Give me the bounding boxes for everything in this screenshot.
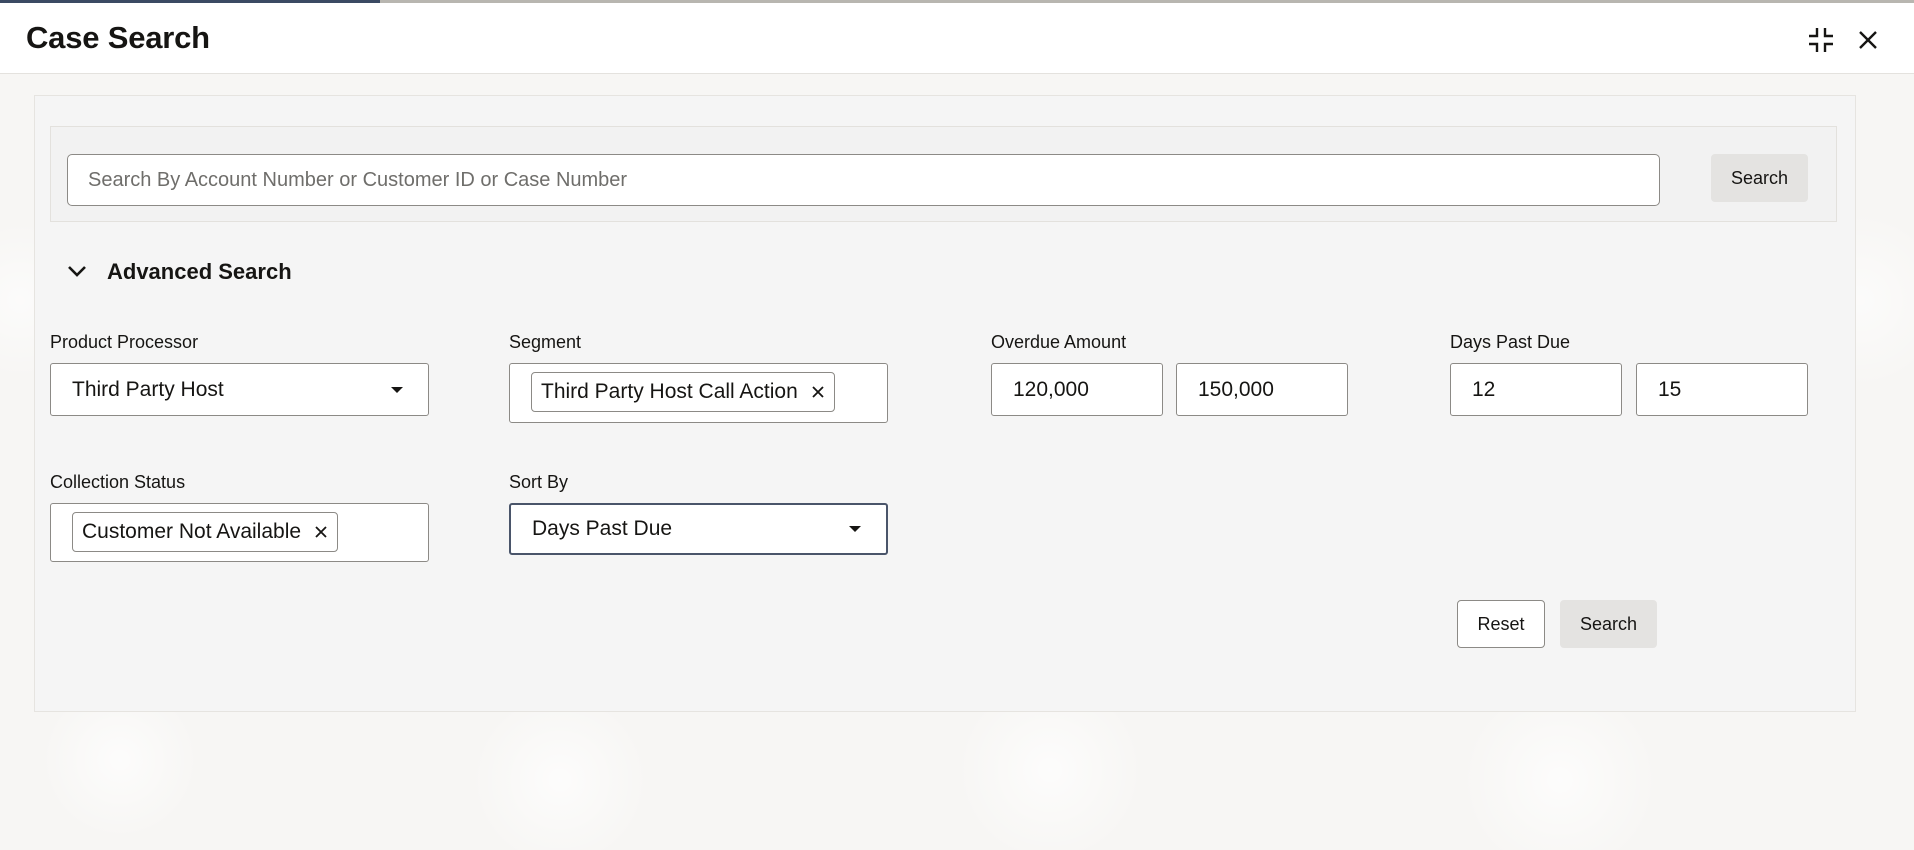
dialog-header: Case Search: [0, 3, 1914, 74]
caret-down-icon: [391, 387, 403, 393]
segment-select[interactable]: Third Party Host Call Action: [509, 363, 888, 423]
segment-chip: Third Party Host Call Action: [531, 372, 835, 412]
product-processor-value: Third Party Host: [72, 378, 224, 401]
caret-down-icon: [849, 526, 861, 532]
overdue-amount-to-input[interactable]: [1176, 363, 1348, 416]
remove-chip-icon[interactable]: [810, 384, 826, 400]
quick-search-input[interactable]: [67, 154, 1660, 206]
quick-search-bar: Search: [50, 126, 1837, 222]
chevron-down-icon: [68, 266, 86, 277]
days-past-due-from-input[interactable]: [1450, 363, 1622, 416]
advanced-search-label: Advanced Search: [107, 259, 292, 284]
days-past-due-to-input[interactable]: [1636, 363, 1808, 416]
segment-label: Segment: [509, 332, 582, 352]
collection-status-chip-label: Customer Not Available: [82, 520, 302, 543]
collection-status-select[interactable]: Customer Not Available: [50, 503, 429, 562]
sort-by-select[interactable]: Days Past Due: [509, 503, 888, 555]
search-card: Search Advanced Search Product Processor…: [34, 95, 1856, 712]
overdue-amount-from-input[interactable]: [991, 363, 1163, 416]
collapse-icon[interactable]: [1802, 21, 1840, 59]
close-icon[interactable]: [1849, 21, 1887, 59]
advanced-search-button[interactable]: Search: [1560, 600, 1657, 648]
overdue-amount-label: Overdue Amount: [991, 332, 1127, 352]
remove-chip-icon[interactable]: [313, 524, 329, 540]
advanced-search-toggle[interactable]: Advanced Search: [65, 256, 292, 288]
page-title: Case Search: [26, 20, 210, 55]
collection-status-label: Collection Status: [50, 472, 186, 492]
segment-chip-label: Third Party Host Call Action: [541, 380, 798, 403]
product-processor-label: Product Processor: [50, 332, 199, 352]
sort-by-label: Sort By: [509, 472, 569, 492]
sort-by-value: Days Past Due: [532, 517, 673, 540]
reset-button[interactable]: Reset: [1457, 600, 1545, 648]
quick-search-button[interactable]: Search: [1711, 154, 1808, 202]
product-processor-select[interactable]: Third Party Host: [50, 363, 429, 416]
collection-status-chip: Customer Not Available: [72, 512, 339, 552]
days-past-due-label: Days Past Due: [1450, 332, 1571, 352]
